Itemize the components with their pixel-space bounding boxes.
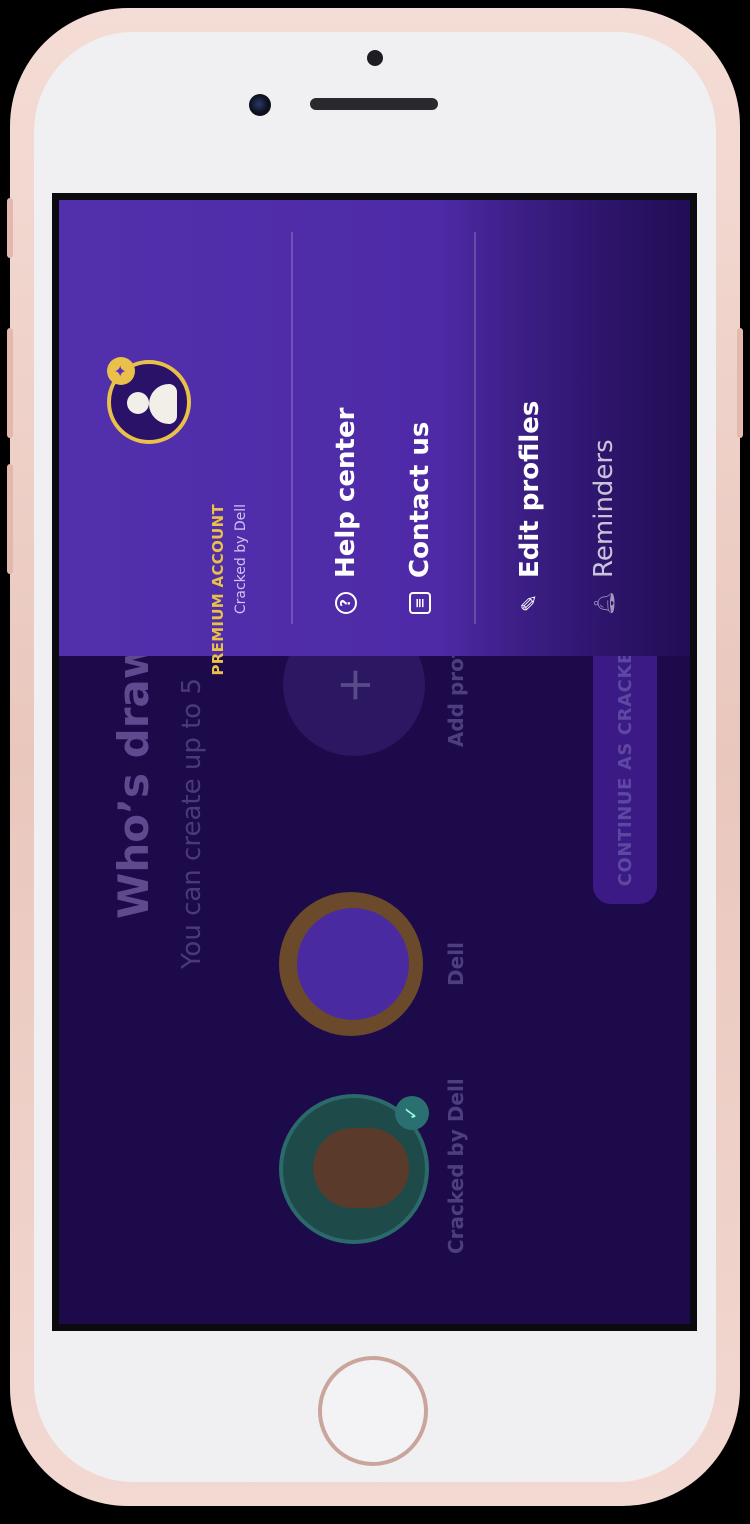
phone-screen: Who’s drawir You can create up to 5 ✓ Cr…	[52, 193, 697, 1331]
menu-item-help-center[interactable]: ? Help center	[331, 408, 361, 614]
profile-avatar-cracked-by-dell[interactable]: ✓	[279, 1094, 429, 1244]
earpiece-speaker	[310, 98, 438, 110]
menu-item-label: Contact us	[405, 421, 435, 578]
premium-account-title: PREMIUM ACCOUNT	[209, 504, 227, 676]
menu-item-label: Reminders	[589, 439, 619, 578]
menu-item-label: Help center	[331, 407, 361, 578]
profile-label-cracked-by-dell: Cracked by Dell	[444, 1078, 468, 1254]
bell-icon: 🔔︎	[592, 590, 616, 616]
menu-item-contact-us[interactable]: ≡ Contact us	[405, 422, 435, 614]
profile-selection-screen: Who’s drawir You can create up to 5 ✓ Cr…	[59, 584, 690, 1324]
menu-item-reminders[interactable]: 🔔︎ Reminders	[589, 439, 619, 616]
premium-account-badge: ✦	[107, 357, 191, 444]
volume-up-button	[7, 328, 13, 438]
avatar-face	[313, 1128, 409, 1208]
app-landscape: Who’s drawir You can create up to 5 ✓ Cr…	[59, 200, 690, 1324]
profile-label-dell: Dell	[444, 942, 468, 986]
menu-item-label: Edit profiles	[515, 400, 545, 578]
question-circle-icon: ?	[335, 592, 357, 614]
menu-divider	[291, 232, 293, 624]
volume-down-button	[7, 464, 13, 574]
app-viewport: Who’s drawir You can create up to 5 ✓ Cr…	[59, 200, 690, 1324]
power-button	[737, 328, 743, 438]
profile-avatar-dell[interactable]	[279, 892, 423, 1036]
premium-account-subtitle: Cracked by Dell	[233, 504, 249, 615]
pencil-icon: ✎	[517, 593, 543, 613]
menu-item-edit-profiles[interactable]: ✎ Edit profiles	[515, 401, 545, 614]
home-button[interactable]	[318, 1356, 428, 1466]
sparkle-icon: ✦	[107, 357, 135, 385]
menu-divider	[474, 232, 476, 624]
chat-icon: ≡	[409, 592, 431, 614]
proximity-sensor	[367, 50, 383, 66]
profile-subheading: You can create up to 5	[177, 677, 207, 969]
menu-fade-overlay	[439, 200, 690, 656]
avatar-face	[297, 908, 409, 1020]
front-camera	[249, 94, 271, 116]
selected-check-icon: ✓	[395, 1096, 429, 1130]
avatar-body-icon	[149, 384, 177, 424]
mute-switch	[7, 198, 13, 258]
avatar-head-icon	[127, 392, 149, 414]
